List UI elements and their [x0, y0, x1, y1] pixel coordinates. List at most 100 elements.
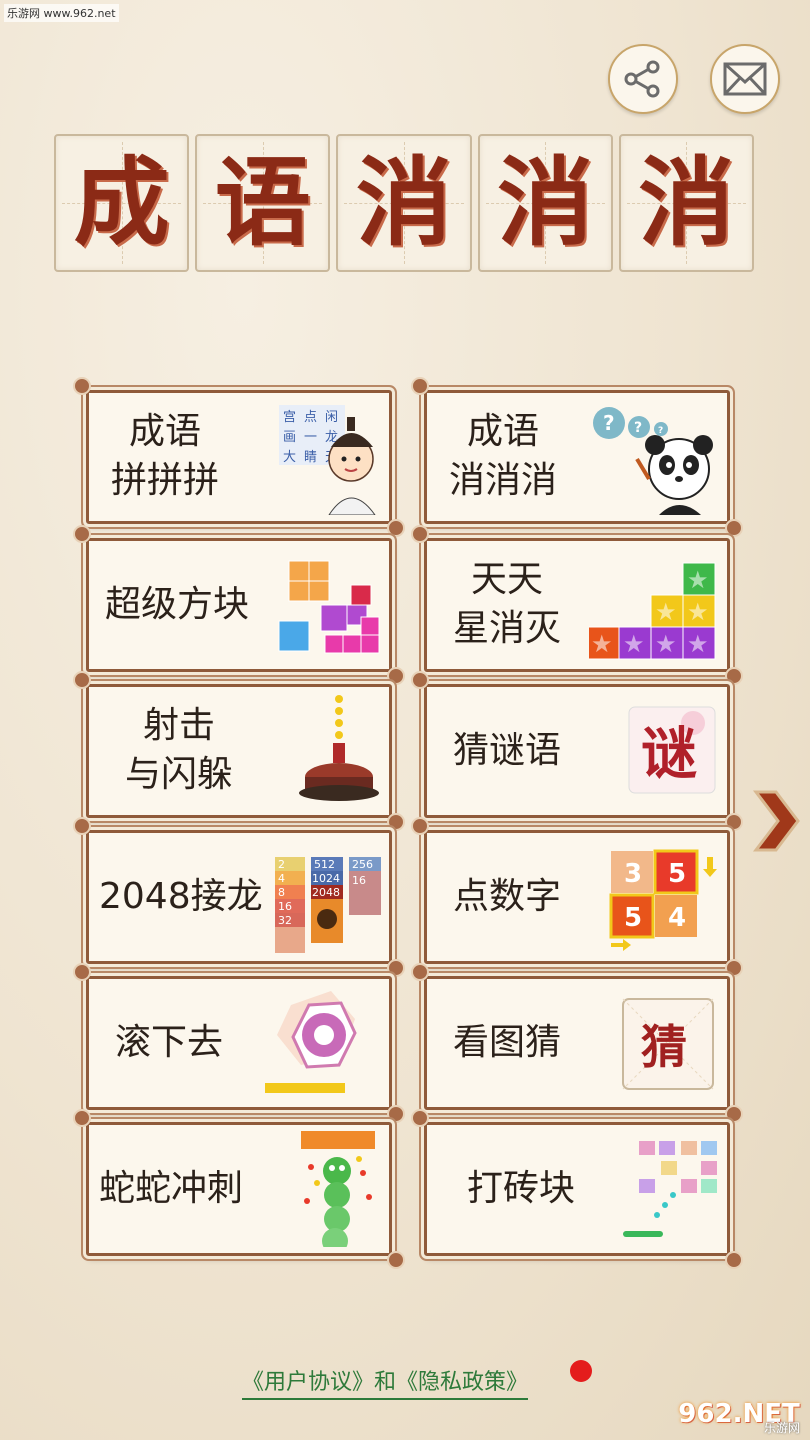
game-label-line1: 超级方块 — [105, 583, 250, 625]
block-puzzle-art — [251, 547, 381, 663]
game-card-snake-dash[interactable]: 蛇蛇冲刺 — [73, 1109, 405, 1269]
game-label: 猜谜语 — [453, 687, 561, 815]
game-label: 成语 拼拼拼 — [111, 393, 219, 521]
svg-text:?: ? — [658, 426, 663, 436]
game-label-line1: 射击 — [143, 705, 216, 747]
game-card-guess-picture[interactable]: 看图猜 猜 — [411, 963, 743, 1123]
idiom-scholar-art: 宫 点 闲 画 一 龙 大 睛 天 — [251, 399, 381, 516]
chevron-right-icon — [752, 790, 800, 852]
game-label-line1: 猜谜语 — [453, 729, 562, 771]
snake-art — [251, 1129, 381, 1254]
guess-char: 猜 — [641, 1020, 687, 1074]
user-agreement-privacy-link[interactable]: 《用户协议》和《隐私政策》 — [242, 1364, 529, 1400]
game-label-line1: 点数字 — [453, 875, 562, 917]
game-label: 2048接龙 — [99, 833, 263, 961]
game-label-line1: 成语 — [467, 411, 540, 453]
rolling-hexagon-art — [251, 985, 381, 1101]
game-label: 点数字 — [453, 833, 561, 961]
svg-text:★: ★ — [623, 630, 645, 658]
svg-text:512: 512 — [314, 858, 335, 871]
game-label-line2: 拼拼拼 — [111, 460, 220, 501]
number-tiles-art: 3 5 5 4 — [589, 839, 719, 955]
svg-text:?: ? — [603, 411, 615, 435]
brick-breaker-art — [589, 1131, 719, 1247]
svg-text:★: ★ — [655, 598, 677, 626]
app-title: 成 语 消 消 消 — [54, 134, 755, 272]
game-card-idiom-puzzle[interactable]: 成语 拼拼拼 宫 点 闲 画 一 龙 大 睛 天 — [73, 377, 405, 537]
notification-dot — [570, 1360, 592, 1382]
game-label-line1: 2048接龙 — [99, 875, 263, 917]
game-label-line1: 滚下去 — [115, 1021, 224, 1063]
game-label-line1: 蛇蛇冲刺 — [99, 1167, 244, 1209]
game-label: 蛇蛇冲刺 — [99, 1125, 243, 1253]
title-tile: 消 — [618, 134, 755, 272]
svg-text:3: 3 — [624, 859, 642, 889]
title-tile: 消 — [477, 134, 613, 272]
game-card-roll-down[interactable]: 滚下去 — [73, 963, 405, 1123]
game-label: 看图猜 — [453, 979, 561, 1107]
idiom-tile: 宫 — [283, 410, 296, 425]
svg-text:32: 32 — [278, 914, 292, 927]
game-label-line2: 消消消 — [449, 460, 558, 501]
game-label: 天天 星消灭 — [453, 541, 561, 669]
svg-text:2048: 2048 — [312, 886, 340, 899]
game-label: 打砖块 — [467, 1125, 575, 1253]
riddle-char: 谜 — [641, 721, 697, 787]
title-char: 消 — [638, 146, 735, 259]
cannon-turret-art — [251, 693, 381, 809]
title-tile: 消 — [336, 134, 472, 272]
idiom-tile: 点 — [304, 410, 317, 425]
svg-text:16: 16 — [278, 900, 292, 913]
svg-text:5: 5 — [668, 859, 686, 889]
game-card-tap-numbers[interactable]: 点数字 3 5 5 4 — [411, 817, 743, 977]
title-tile: 语 — [195, 134, 331, 272]
game-label-line1: 打砖块 — [467, 1167, 576, 1209]
next-page-button[interactable] — [752, 786, 800, 856]
game-label-line2: 与闪躲 — [125, 754, 234, 795]
riddle-mi-art: 谜 — [589, 693, 719, 809]
title-char: 成 — [73, 146, 170, 259]
game-label: 超级方块 — [105, 541, 249, 669]
game-card-shoot-dodge[interactable]: 射击 与闪躲 — [73, 671, 405, 831]
title-tile: 成 — [54, 134, 190, 272]
game-card-2048-chain[interactable]: 2048接龙 2 4 8 16 32 512 1024 2048 256 16 — [73, 817, 405, 977]
2048-columns-art: 2 4 8 16 32 512 1024 2048 256 16 — [275, 839, 385, 955]
title-char: 消 — [356, 146, 452, 259]
idiom-tile: 一 — [304, 430, 317, 445]
svg-text:★: ★ — [591, 630, 613, 658]
svg-text:256: 256 — [352, 858, 373, 871]
game-label-line1: 天天 — [471, 559, 544, 601]
game-card-star-pop[interactable]: 天天 星消灭 ★ ★ ★ ★ ★ ★ ★ — [411, 525, 743, 685]
svg-text:★: ★ — [687, 566, 709, 594]
title-char: 消 — [497, 146, 594, 259]
svg-text:4: 4 — [278, 872, 285, 885]
watermark-text: 乐游网 www.962.net — [4, 4, 119, 22]
guess-tile-art: 猜 — [589, 985, 719, 1101]
game-label: 成语 消消消 — [449, 393, 557, 521]
share-icon — [624, 60, 660, 98]
share-button[interactable] — [608, 44, 678, 114]
idiom-tile: 睛 — [304, 450, 317, 465]
idiom-tile: 大 — [283, 450, 296, 465]
svg-text:★: ★ — [655, 630, 677, 658]
svg-text:★: ★ — [687, 630, 709, 658]
title-char: 语 — [214, 146, 311, 259]
game-label-line2: 星消灭 — [453, 608, 562, 649]
game-label: 射击 与闪躲 — [125, 687, 233, 815]
svg-text:5: 5 — [624, 903, 642, 933]
game-label-line1: 成语 — [129, 411, 202, 453]
svg-text:8: 8 — [278, 886, 285, 899]
game-label-line1: 看图猜 — [453, 1021, 562, 1063]
svg-text:★: ★ — [687, 598, 709, 626]
game-label: 滚下去 — [115, 979, 223, 1107]
svg-text:?: ? — [634, 420, 642, 436]
panda-question-art: ? ? ? — [589, 399, 719, 515]
mail-button[interactable] — [710, 44, 780, 114]
game-card-brick-breaker[interactable]: 打砖块 — [411, 1109, 743, 1269]
watermark-sub: 乐游网 — [763, 1421, 800, 1435]
game-card-super-blocks[interactable]: 超级方块 — [73, 525, 405, 685]
svg-text:16: 16 — [352, 874, 366, 887]
game-card-idiom-match[interactable]: 成语 消消消 ? ? ? — [411, 377, 743, 537]
idiom-tile: 闲 — [325, 410, 338, 425]
game-card-riddle[interactable]: 猜谜语 谜 — [411, 671, 743, 831]
